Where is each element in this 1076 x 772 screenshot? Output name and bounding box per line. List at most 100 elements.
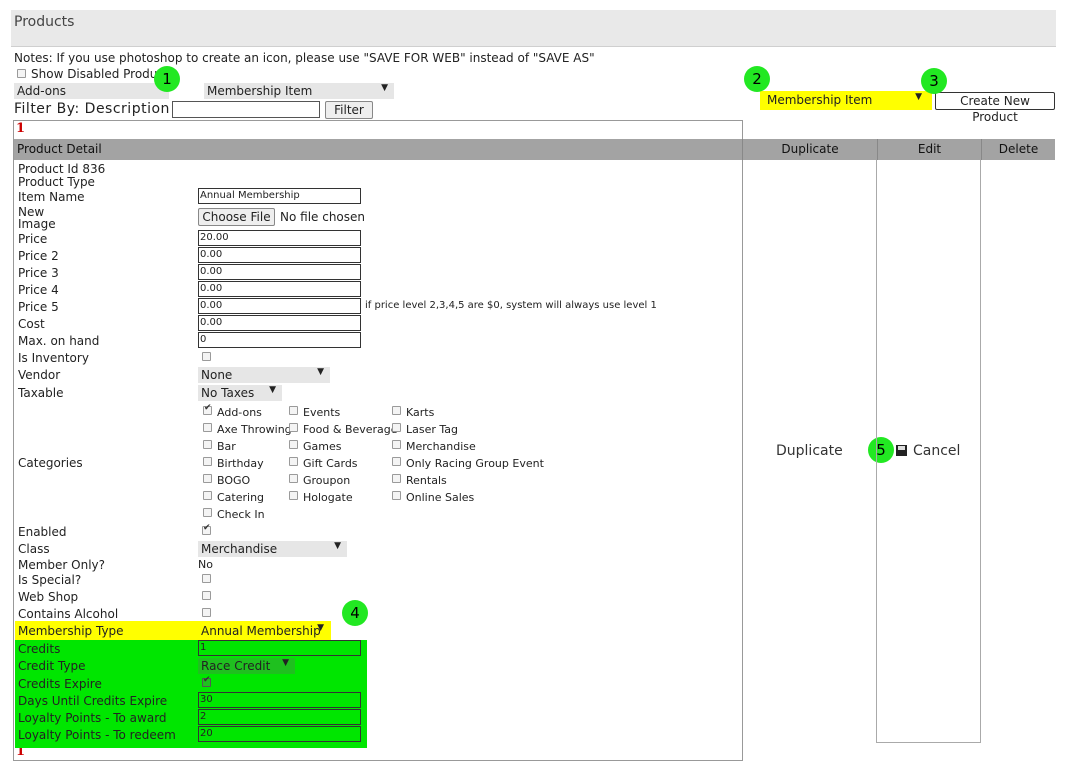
- credits-input[interactable]: 1: [198, 640, 361, 656]
- item-name-label: Item Name: [18, 190, 85, 204]
- taxable-select[interactable]: No Taxes ▼: [198, 385, 282, 401]
- category-label: Add-ons: [217, 406, 262, 419]
- max-on-hand-input[interactable]: 0: [198, 332, 361, 348]
- category-checkbox-games[interactable]: [289, 440, 298, 449]
- category-checkbox-groupon[interactable]: [289, 474, 298, 483]
- category-checkbox-hologate[interactable]: [289, 491, 298, 500]
- cost-input[interactable]: 0.00: [198, 315, 361, 331]
- web-shop-checkbox[interactable]: [202, 591, 211, 600]
- cost-label: Cost: [18, 317, 45, 331]
- class-select[interactable]: Merchandise ▼: [198, 541, 347, 557]
- contains-alcohol-checkbox[interactable]: [202, 608, 211, 617]
- price-label: Price: [18, 232, 48, 246]
- category-checkbox-events[interactable]: [289, 406, 298, 415]
- chevron-down-icon: ▼: [915, 92, 922, 102]
- membership-type-select[interactable]: Annual Membership ▼: [198, 623, 330, 639]
- enabled-checkbox[interactable]: [202, 523, 211, 535]
- member-only-value: No: [198, 558, 213, 571]
- filter-button[interactable]: Filter: [325, 101, 373, 119]
- category-label: Events: [303, 406, 341, 419]
- category-label: Only Racing Group Event: [406, 457, 544, 470]
- category-label: Laser Tag: [406, 423, 459, 436]
- column-divider: [980, 160, 981, 743]
- filter-label: Filter By: Description: [14, 101, 170, 117]
- category-checkbox-online-sales[interactable]: [392, 491, 401, 500]
- class-label: Class: [18, 542, 50, 556]
- item-name-input[interactable]: Annual Membership: [198, 188, 361, 204]
- choose-file-button[interactable]: Choose File: [198, 208, 275, 226]
- category-checkbox-food-beverage[interactable]: [289, 423, 298, 432]
- taxable-select-value: No Taxes: [201, 386, 255, 400]
- is-special-checkbox[interactable]: [202, 574, 211, 583]
- category-checkbox-add-ons[interactable]: [203, 403, 212, 415]
- filter-input[interactable]: [172, 101, 320, 118]
- category-label: Bar: [217, 440, 236, 453]
- column-header-product-detail: Product Detail: [14, 139, 742, 160]
- category-checkbox-birthday[interactable]: [203, 457, 212, 466]
- duplicate-link[interactable]: Duplicate: [776, 443, 843, 459]
- category-checkbox-only-racing-group-event[interactable]: [392, 457, 401, 466]
- chevron-down-icon: ▼: [334, 541, 341, 551]
- price2-label: Price 2: [18, 249, 59, 263]
- chevron-down-icon: ▼: [381, 83, 388, 93]
- price3-input[interactable]: 0.00: [198, 264, 361, 280]
- is-inventory-checkbox[interactable]: [202, 352, 211, 361]
- page-header: Products: [11, 10, 1056, 47]
- category-checkbox-gift-cards[interactable]: [289, 457, 298, 466]
- price4-label: Price 4: [18, 283, 59, 297]
- days-until-expire-label: Days Until Credits Expire: [18, 694, 168, 708]
- price-note: if price level 2,3,4,5 are $0, system wi…: [365, 300, 657, 311]
- vendor-select[interactable]: None ▼: [198, 367, 330, 383]
- category-checkbox-merchandise[interactable]: [392, 440, 401, 449]
- price4-input[interactable]: 0.00: [198, 281, 361, 297]
- category-label: Groupon: [303, 474, 351, 487]
- page-title: Products: [14, 14, 75, 30]
- image-label: Image: [18, 217, 56, 231]
- red-marker-top: 1: [16, 121, 26, 136]
- category-checkbox-laser-tag[interactable]: [392, 423, 401, 432]
- new-type-select-value: Membership Item: [767, 93, 873, 107]
- loyalty-redeem-input[interactable]: 20: [198, 726, 361, 742]
- column-header-edit: Edit: [877, 139, 981, 160]
- loyalty-award-input[interactable]: 2: [198, 709, 361, 725]
- chevron-down-icon: ▼: [282, 658, 289, 668]
- category-select[interactable]: Add-ons: [14, 83, 169, 99]
- is-special-label: Is Special?: [18, 573, 82, 587]
- category-checkbox-karts[interactable]: [392, 406, 401, 415]
- chevron-down-icon: ▼: [317, 367, 324, 377]
- price5-input[interactable]: 0.00: [198, 298, 361, 314]
- floppy-disk-icon[interactable]: [896, 445, 907, 456]
- category-checkbox-rentals[interactable]: [392, 474, 401, 483]
- category-checkbox-catering[interactable]: [203, 491, 212, 500]
- max-on-hand-label: Max. on hand: [18, 334, 100, 348]
- create-new-product-button[interactable]: Create New Product: [935, 92, 1055, 124]
- category-label: Online Sales: [406, 491, 475, 504]
- new-type-select[interactable]: Membership Item ▼: [764, 92, 928, 108]
- show-disabled-checkbox[interactable]: [17, 69, 26, 78]
- cancel-link[interactable]: Cancel: [913, 443, 960, 459]
- category-checkbox-bar[interactable]: [203, 440, 212, 449]
- credits-expire-checkbox[interactable]: [202, 675, 211, 687]
- annotation-badge-2: 2: [744, 66, 770, 92]
- class-select-value: Merchandise: [201, 542, 278, 556]
- member-only-label: Member Only?: [18, 558, 106, 572]
- categories-label: Categories: [18, 456, 83, 470]
- price-input[interactable]: 20.00: [198, 230, 361, 246]
- product-type-label: Product Type: [18, 175, 95, 189]
- days-until-expire-input[interactable]: 30: [198, 692, 361, 708]
- category-select-value: Add-ons: [17, 84, 66, 98]
- price2-input[interactable]: 0.00: [198, 247, 361, 263]
- credit-type-select-value: Race Credit: [201, 659, 271, 673]
- credit-type-select[interactable]: Race Credit ▼: [198, 658, 295, 674]
- vendor-label: Vendor: [18, 368, 61, 382]
- category-label: Karts: [406, 406, 435, 419]
- chevron-down-icon: ▼: [317, 623, 324, 633]
- price5-label: Price 5: [18, 300, 59, 314]
- category-checkbox-axe-throwing[interactable]: [203, 423, 212, 432]
- chevron-down-icon: ▼: [269, 385, 276, 395]
- category-label: BOGO: [217, 474, 251, 487]
- column-header-delete: Delete: [981, 139, 1055, 160]
- type-select[interactable]: Membership Item ▼: [204, 83, 394, 99]
- category-checkbox-check-in[interactable]: [203, 508, 212, 517]
- category-checkbox-bogo[interactable]: [203, 474, 212, 483]
